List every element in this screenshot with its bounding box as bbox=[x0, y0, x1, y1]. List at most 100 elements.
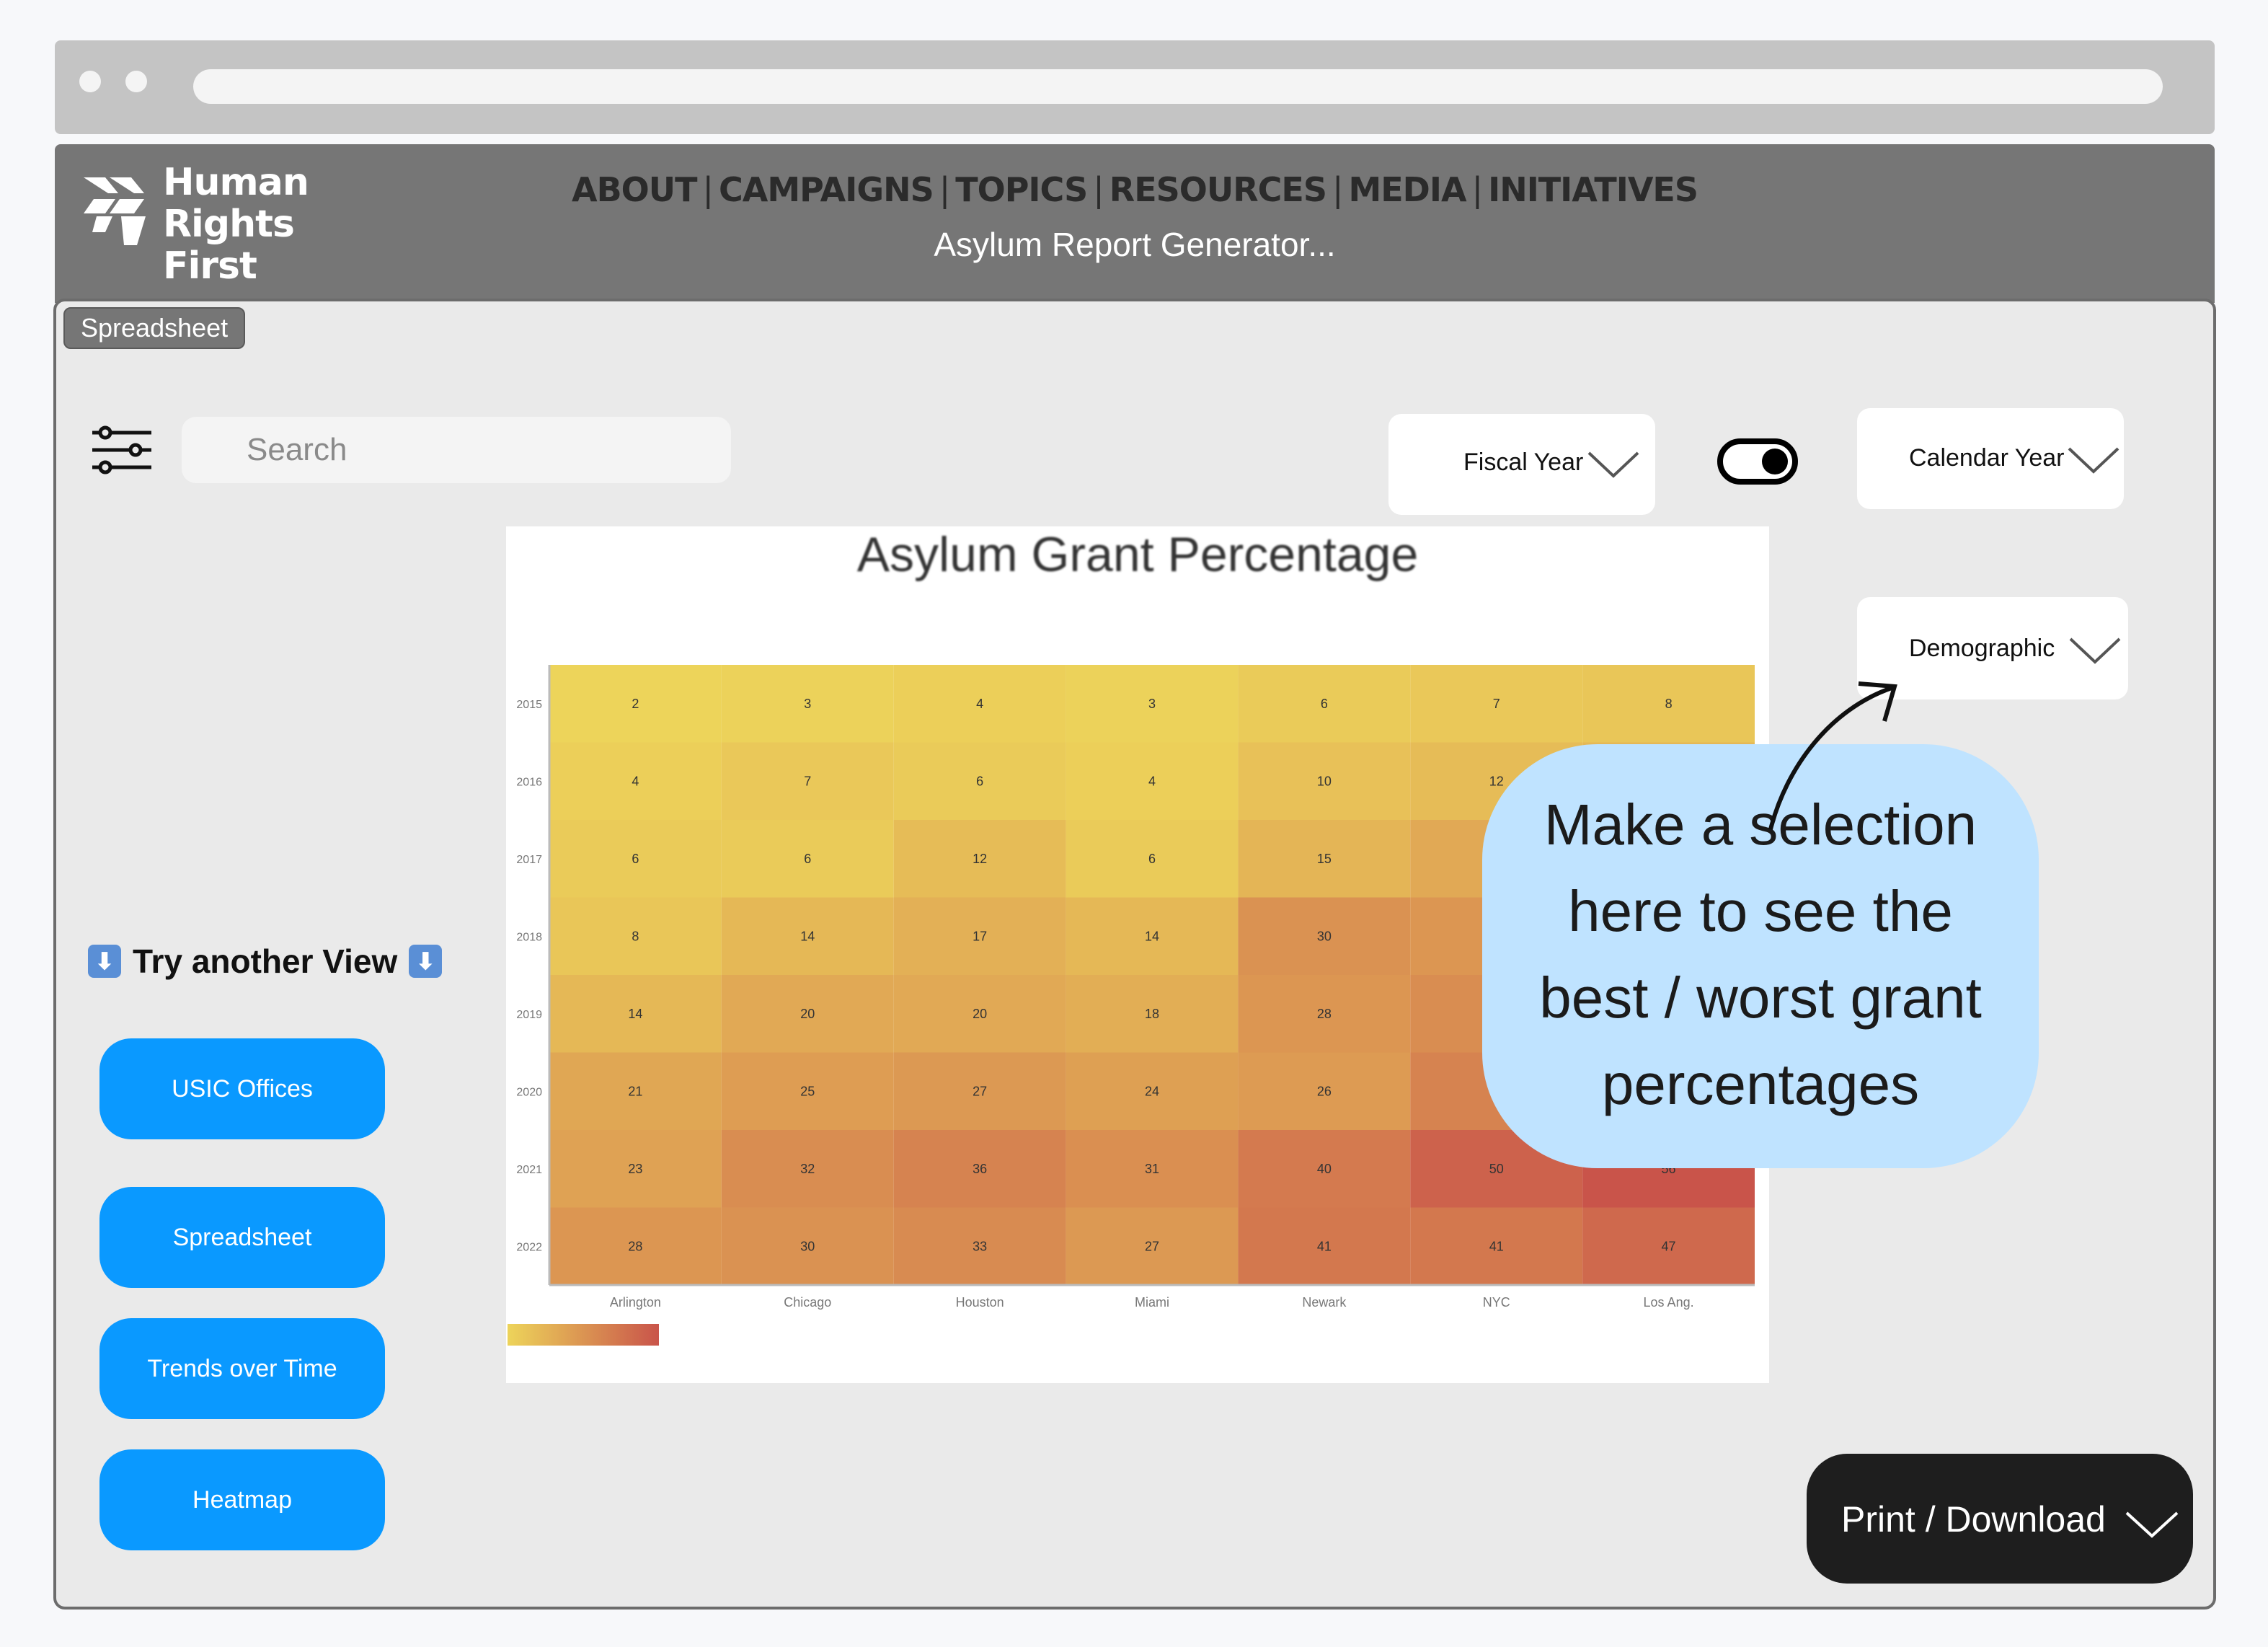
tab-spreadsheet[interactable]: Spreadsheet bbox=[63, 307, 246, 349]
page-subtitle: Asylum Report Generator... bbox=[934, 226, 1336, 263]
year-type-toggle[interactable] bbox=[1717, 438, 1798, 485]
nav-media[interactable]: MEDIA bbox=[1345, 170, 1469, 209]
nav-resources[interactable]: RESOURCES bbox=[1107, 170, 1329, 209]
y-tick-label: 2016 bbox=[516, 776, 542, 788]
cell-value-label: 41 bbox=[1317, 1239, 1332, 1253]
cell-value-label: 18 bbox=[1145, 1007, 1159, 1021]
y-tick-label: 2022 bbox=[516, 1241, 542, 1253]
usic-offices-button[interactable]: USIC Offices bbox=[99, 1038, 385, 1139]
calendar-year-dropdown[interactable]: Calendar Year bbox=[1857, 408, 2124, 509]
print-download-label: Print / Download bbox=[1841, 1499, 2106, 1540]
down-arrow-icon: ⬇ bbox=[409, 945, 443, 978]
trends-over-time-button[interactable]: Trends over Time bbox=[99, 1318, 385, 1419]
x-tick-label: Miami bbox=[1135, 1295, 1169, 1310]
nav-campaigns[interactable]: CAMPAIGNS bbox=[716, 170, 936, 209]
cell-value-label: 50 bbox=[1489, 1162, 1504, 1176]
try-another-view-heading: ⬇ Try another View ⬇ bbox=[88, 942, 443, 981]
nav-separator: | bbox=[702, 170, 714, 209]
nav-separator: | bbox=[1332, 170, 1343, 209]
chevron-down-icon bbox=[2125, 1511, 2179, 1538]
x-tick-label: NYC bbox=[1483, 1295, 1510, 1310]
chevron-down-icon bbox=[1587, 451, 1639, 478]
cell-value-label: 10 bbox=[1317, 774, 1332, 788]
cell-value-label: 3 bbox=[804, 697, 811, 711]
cell-value-label: 41 bbox=[1489, 1239, 1504, 1253]
cell-value-label: 20 bbox=[973, 1007, 987, 1021]
cell-value-label: 31 bbox=[1145, 1162, 1159, 1176]
nav-initiatives[interactable]: INITIATIVES bbox=[1485, 170, 1701, 209]
y-tick-label: 2018 bbox=[516, 931, 542, 943]
cell-value-label: 33 bbox=[973, 1239, 987, 1253]
main-nav: ABOUT | CAMPAIGNS | TOPICS | RESOURCES | MEDIA | I… bbox=[55, 170, 2215, 209]
y-tick-label: 2021 bbox=[516, 1164, 542, 1176]
down-arrow-icon: ⬇ bbox=[88, 945, 121, 978]
spreadsheet-button[interactable]: Spreadsheet bbox=[99, 1187, 385, 1288]
cell-value-label: 6 bbox=[1148, 852, 1156, 866]
x-tick-label: Houston bbox=[956, 1295, 1004, 1310]
filter-sliders-icon[interactable] bbox=[89, 424, 154, 474]
cell-value-label: 23 bbox=[628, 1162, 642, 1176]
pointer-arrow-icon bbox=[1768, 681, 1897, 830]
x-tick-label: Newark bbox=[1302, 1295, 1347, 1310]
heatmap-button[interactable]: Heatmap bbox=[99, 1449, 385, 1550]
x-tick-label: Arlington bbox=[610, 1295, 661, 1310]
cell-value-label: 14 bbox=[1145, 929, 1159, 943]
search-input[interactable] bbox=[182, 417, 731, 483]
x-tick-label: Los Ang. bbox=[1644, 1295, 1694, 1310]
cell-value-label: 27 bbox=[1145, 1239, 1159, 1253]
nav-separator: | bbox=[939, 170, 950, 209]
cell-value-label: 32 bbox=[800, 1162, 815, 1176]
cell-value-label: 24 bbox=[1145, 1084, 1159, 1098]
y-tick-label: 2020 bbox=[516, 1086, 542, 1098]
cell-value-label: 4 bbox=[1148, 774, 1156, 788]
address-bar[interactable] bbox=[193, 69, 2163, 104]
cell-value-label: 25 bbox=[800, 1084, 815, 1098]
cell-value-label: 4 bbox=[976, 697, 983, 711]
cell-value-label: 7 bbox=[804, 774, 811, 788]
cell-value-label: 2 bbox=[632, 697, 639, 711]
window-dot[interactable] bbox=[125, 71, 147, 92]
selection-hint-callout: Make a selection here to see the best / … bbox=[1482, 744, 2039, 1168]
cell-value-label: 15 bbox=[1317, 852, 1332, 866]
cell-value-label: 40 bbox=[1317, 1162, 1332, 1176]
callout-line: percentages bbox=[1601, 1052, 1920, 1116]
nav-about[interactable]: ABOUT bbox=[569, 170, 700, 209]
cell-value-label: 6 bbox=[804, 852, 811, 866]
callout-line: here to see the bbox=[1568, 879, 1953, 943]
cell-value-label: 17 bbox=[973, 929, 987, 943]
view-heading-text: Try another View bbox=[133, 942, 398, 980]
y-tick-label: 2015 bbox=[516, 699, 542, 711]
cell-value-label: 28 bbox=[1317, 1007, 1332, 1021]
x-tick-label: Chicago bbox=[784, 1295, 831, 1310]
nav-separator: | bbox=[1471, 170, 1483, 209]
chevron-down-icon bbox=[2068, 447, 2119, 474]
nav-topics[interactable]: TOPICS bbox=[952, 170, 1090, 209]
cell-value-label: 6 bbox=[632, 852, 639, 866]
dropdown-label: Fiscal Year bbox=[1463, 449, 1584, 476]
browser-chrome bbox=[55, 40, 2215, 134]
callout-line: best / worst grant bbox=[1539, 966, 1982, 1030]
cell-value-label: 14 bbox=[628, 1007, 642, 1021]
dropdown-label: Demographic bbox=[1909, 635, 2055, 662]
cell-value-label: 8 bbox=[1665, 697, 1673, 711]
cell-value-label: 26 bbox=[1317, 1084, 1332, 1098]
window-dot[interactable] bbox=[79, 71, 101, 92]
callout-line: Make a selection bbox=[1543, 792, 1977, 857]
fiscal-year-dropdown[interactable]: Fiscal Year bbox=[1388, 414, 1655, 515]
cell-value-label: 36 bbox=[973, 1162, 987, 1176]
print-download-button[interactable]: Print / Download bbox=[1807, 1454, 2193, 1584]
y-tick-label: 2019 bbox=[516, 1009, 542, 1021]
cell-value-label: 8 bbox=[632, 929, 639, 943]
cell-value-label: 3 bbox=[1148, 697, 1156, 711]
report-panel: Spreadsheet Fiscal Year Calendar Year De… bbox=[53, 299, 2216, 1610]
toggle-knob bbox=[1762, 449, 1788, 474]
cell-value-label: 20 bbox=[800, 1007, 815, 1021]
nav-separator: | bbox=[1093, 170, 1104, 209]
cell-value-label: 47 bbox=[1662, 1239, 1676, 1253]
cell-value-label: 7 bbox=[1493, 697, 1500, 711]
cell-value-label: 21 bbox=[628, 1084, 642, 1098]
cell-value-label: 4 bbox=[632, 774, 639, 788]
cell-value-label: 14 bbox=[800, 929, 815, 943]
cell-value-label: 6 bbox=[976, 774, 983, 788]
cell-value-label: 27 bbox=[973, 1084, 987, 1098]
